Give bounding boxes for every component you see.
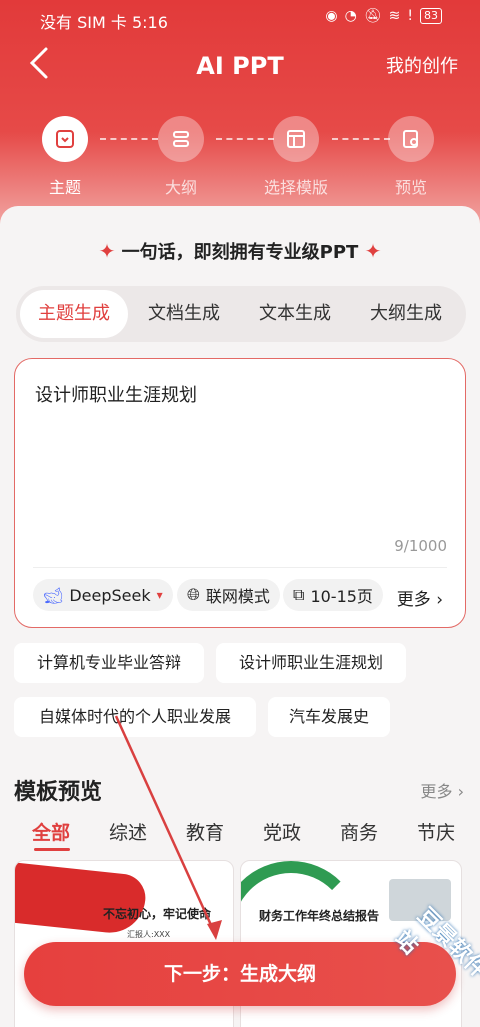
chevron-down-icon: ▾ (156, 588, 163, 602)
category-tab[interactable]: 节庆 (417, 818, 455, 845)
divider (33, 567, 447, 568)
nav-bar: AI PPT 我的创作 (0, 40, 480, 90)
topic-input[interactable]: 设计师职业生涯规划 (35, 381, 197, 407)
step-label: 主题 (48, 178, 81, 197)
category-tab[interactable]: 全部 (32, 818, 70, 845)
clock: 5:16 (131, 13, 168, 32)
my-creations-link[interactable]: 我的创作 (386, 52, 458, 78)
suggestion-chip[interactable]: 设计师职业生涯规划 (216, 643, 406, 683)
template-title: 财务工作年终总结报告 (259, 909, 380, 923)
tab-outline-generate[interactable]: 大纲生成 (352, 290, 460, 338)
step-label: 大纲 (164, 178, 197, 197)
template-more-link[interactable]: 更多 › (420, 778, 464, 802)
tab-text-generate[interactable]: 文本生成 (241, 290, 349, 338)
page-count-selector[interactable]: ⧉ 10-15页 (283, 579, 383, 611)
char-counter: 9/1000 (394, 537, 447, 555)
chevron-right-icon: › (457, 782, 464, 801)
deepseek-icon: 🐋︎ (43, 585, 64, 605)
red-flag-decoration (15, 861, 148, 937)
template-subtitle: 汇报人:XXX (127, 930, 171, 939)
wifi-icon: ≋ (388, 8, 401, 24)
network-label: 联网模式 (205, 587, 270, 606)
topic-input-card[interactable]: 设计师职业生涯规划 9/1000 🐋︎ DeepSeek ▾ 🌐︎ 联网模式 ⧉… (14, 358, 466, 628)
carrier-label: 没有 SIM 卡 (40, 13, 127, 32)
topic-step-icon (42, 116, 88, 162)
model-label: DeepSeek (69, 585, 151, 605)
model-selector[interactable]: 🐋︎ DeepSeek ▾ (33, 579, 173, 611)
slogan: ✦ 一句话，即刻拥有专业级PPT ✦ (0, 238, 480, 264)
outline-step-icon (158, 116, 204, 162)
step-label: 选择模版 (263, 178, 328, 197)
template-step-icon (273, 116, 319, 162)
category-tab[interactable]: 商务 (340, 818, 378, 845)
template-title: 不忘初心，牢记使命 (103, 907, 212, 921)
generation-tabs: 主题生成 文档生成 文本生成 大纲生成 (16, 286, 466, 342)
template-categories: 全部 综述 教育 党政 商务 节庆 (0, 818, 480, 848)
progress-steps: 主题 大纲 选择模版 预览 (0, 116, 480, 198)
eye-icon: ◉ (325, 8, 338, 24)
more-options-button[interactable]: 更多 › (397, 585, 443, 610)
step-template[interactable]: 选择模版 (256, 116, 336, 198)
alarm-icon: ◔ (344, 8, 357, 24)
status-bar: 没有 SIM 卡 5:16 ◉ ◔ 🔕︎ ≋ ! 83 (0, 0, 480, 36)
category-tab[interactable]: 党政 (263, 818, 301, 845)
suggestion-chip[interactable]: 自媒体时代的个人职业发展 (14, 697, 256, 737)
chevron-right-icon: › (436, 590, 443, 610)
step-outline[interactable]: 大纲 (141, 116, 221, 198)
step-topic[interactable]: 主题 (25, 116, 105, 198)
status-icons: ◉ ◔ 🔕︎ ≋ ! 83 (325, 8, 442, 24)
alert-icon: ! (407, 8, 413, 24)
mute-icon: 🔕︎ (363, 8, 382, 24)
step-preview[interactable]: 预览 (371, 116, 451, 198)
suggestion-chip[interactable]: 计算机专业毕业答辩 (14, 643, 204, 683)
category-active-indicator (34, 848, 70, 851)
tab-doc-generate[interactable]: 文档生成 (130, 290, 238, 338)
suggestion-chip[interactable]: 汽车发展史 (268, 697, 390, 737)
step-label: 预览 (394, 178, 427, 197)
pages-icon: ⧉ (293, 585, 305, 604)
pages-label: 10-15页 (310, 587, 373, 606)
more-label: 更多 (396, 590, 431, 610)
category-tab[interactable]: 教育 (186, 818, 224, 845)
more-label: 更多 (420, 782, 453, 801)
battery-icon: 83 (420, 8, 442, 24)
category-tab[interactable]: 综述 (109, 818, 147, 845)
network-mode-toggle[interactable]: 🌐︎ 联网模式 (177, 579, 280, 611)
slogan-text: 一句话，即刻拥有专业级PPT (121, 242, 359, 263)
tab-topic-generate[interactable]: 主题生成 (20, 290, 128, 338)
preview-step-icon (388, 116, 434, 162)
sparkle-icon: ✦ (98, 239, 116, 263)
globe-icon: 🌐︎ (187, 585, 200, 604)
sparkle-icon: ✦ (364, 239, 382, 263)
template-section-title: 模板预览 (14, 780, 103, 805)
status-carrier-time: 没有 SIM 卡 5:16 (40, 9, 168, 33)
